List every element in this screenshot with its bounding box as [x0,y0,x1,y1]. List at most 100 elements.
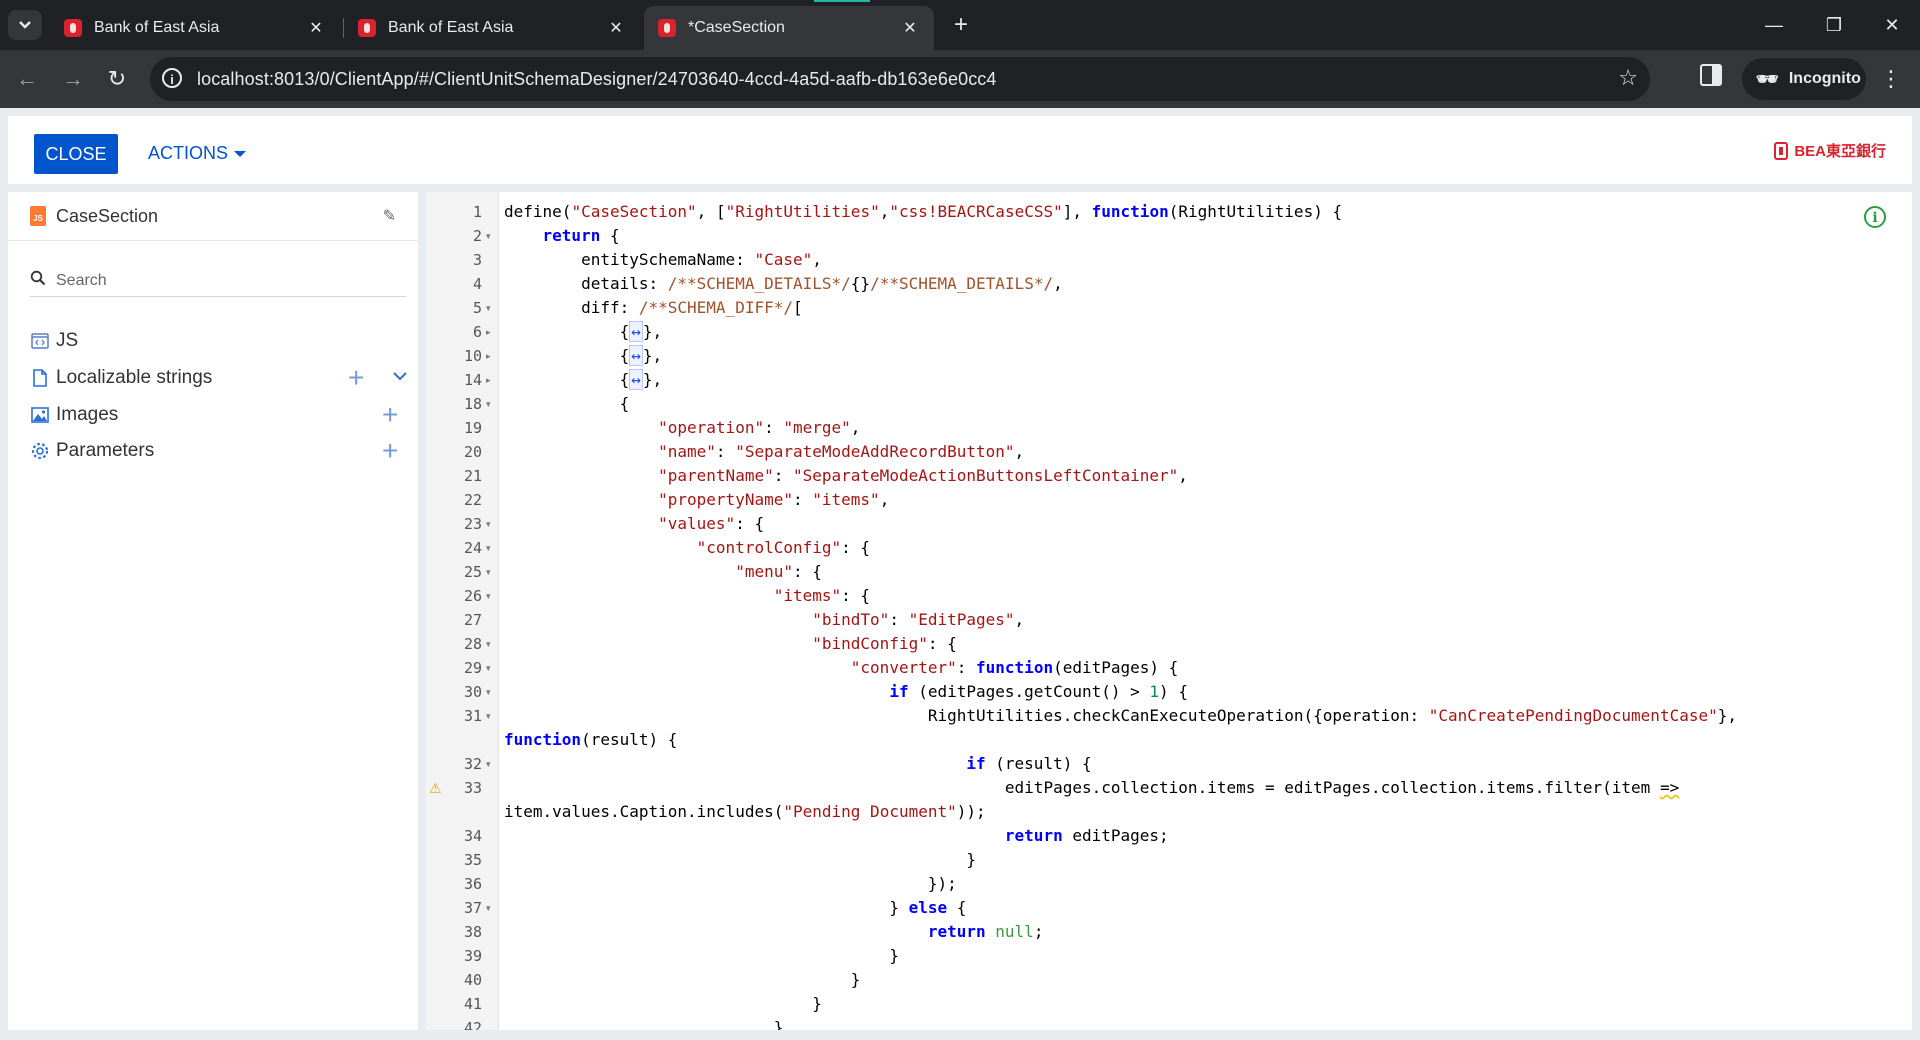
code-line[interactable]: entitySchemaName: "Case", [504,248,822,272]
code-line[interactable]: } else { [504,896,966,920]
code-line[interactable]: details: /**SCHEMA_DETAILS*/{}/**SCHEMA_… [504,272,1063,296]
code-area[interactable]: define("CaseSection", ["RightUtilities",… [504,192,1904,1030]
folded-block-marker[interactable]: ↔ [629,321,643,342]
sidebar-item-js[interactable]: JS [30,323,418,359]
star-icon[interactable]: ☆ [1618,65,1638,91]
side-panel-icon[interactable] [1700,64,1722,86]
tab-search-button[interactable] [8,10,42,40]
address-bar[interactable]: i localhost:8013/0/ClientApp/#/ClientUni… [150,57,1650,101]
folded-block-marker[interactable]: ↔ [629,345,643,366]
reload-icon[interactable]: ↻ [102,64,132,94]
code-editor[interactable]: 1 2 ▾ 3 4 5 ▾ 6 ▸ 10 ▸ 14 ▸ 18 ▾ 19 20 21 22 23 ▾ 24 ▾ 25 ▾ 26 ▾ 27… [426,192,1912,1030]
code-line[interactable]: "name": "SeparateModeAddRecordButton", [504,440,1024,464]
code-token: if [889,682,909,701]
sidebar-item-parameters[interactable]: Parameters + [30,433,418,469]
code-line[interactable]: "values": { [504,512,764,536]
code-token: )); [956,802,986,821]
code-token: : { [735,514,765,533]
restore-icon[interactable]: ❐ [1814,12,1854,38]
incognito-badge[interactable]: 🕶 Incognito [1742,58,1866,100]
fold-expanded-icon[interactable]: ▾ [486,224,496,248]
code-line[interactable]: define("CaseSection", ["RightUtilities",… [504,200,1342,224]
url-text[interactable]: localhost:8013/0/ClientApp/#/ClientUnitS… [197,69,997,90]
tab-bank-of-east-asia-1[interactable]: Bank of East Asia ✕ [50,6,340,50]
fold-collapsed-icon[interactable]: ▸ [486,320,496,344]
code-line[interactable]: } [504,848,976,872]
fold-expanded-icon[interactable]: ▾ [486,560,496,584]
code-line[interactable]: return { [504,224,620,248]
fold-expanded-icon[interactable]: ▾ [486,296,496,320]
code-line[interactable]: "bindTo": "EditPages", [504,608,1024,632]
site-info-icon[interactable]: i [162,68,182,88]
fold-expanded-icon[interactable]: ▾ [486,584,496,608]
folded-block-marker[interactable]: ↔ [629,369,643,390]
code-line[interactable]: "menu": { [504,560,822,584]
add-image-plus-icon[interactable]: + [382,399,398,431]
sidebar-item-images[interactable]: Images + [30,397,418,433]
search-input[interactable] [54,266,388,296]
back-arrow-icon[interactable]: ← [12,64,42,94]
fold-expanded-icon[interactable]: ▾ [486,392,496,416]
fold-expanded-icon[interactable]: ▾ [486,512,496,536]
add-parameter-plus-icon[interactable]: + [382,435,398,467]
code-line[interactable]: "bindConfig": { [504,632,957,656]
tab-bank-of-east-asia-2[interactable]: Bank of East Asia ✕ [344,6,640,50]
code-token: (result) { [581,730,678,749]
code-line[interactable]: diff: /**SCHEMA_DIFF*/[ [504,296,803,320]
tab-case-section[interactable]: *CaseSection ✕ [644,6,934,50]
more-menu-icon[interactable]: ⋮ [1880,64,1902,94]
code-line[interactable]: { [504,392,630,416]
code-token: { [504,346,630,365]
code-token: { [947,898,967,917]
code-line[interactable]: if (editPages.getCount() > 1) { [504,680,1188,704]
code-line[interactable]: } [504,944,899,968]
pencil-icon[interactable]: ✎ [383,206,396,226]
code-line[interactable]: {↔}, [504,368,662,392]
window-close-icon[interactable]: ✕ [1872,12,1912,38]
minimize-icon[interactable]: — [1754,12,1794,38]
code-line[interactable]: function(result) { [504,728,677,752]
code-line[interactable]: {↔}, [504,344,662,368]
code-line[interactable]: }); [504,872,957,896]
code-line[interactable]: {↔}, [504,320,662,344]
code-line[interactable]: "propertyName": "items", [504,488,889,512]
fold-collapsed-icon[interactable]: ▸ [486,368,496,392]
code-line[interactable]: if (result) { [504,752,1091,776]
close-icon[interactable]: ✕ [604,18,628,38]
code-line[interactable]: "converter": function(editPages) { [504,656,1179,680]
code-token: : [956,658,977,677]
chevron-down-icon[interactable] [392,368,408,384]
code-line[interactable]: } [504,992,822,1016]
warning-icon[interactable]: ⚠ [429,776,447,800]
fold-collapsed-icon[interactable]: ▸ [486,344,496,368]
close-icon[interactable]: ✕ [304,18,328,38]
close-button[interactable]: CLOSE [34,134,118,174]
code-line[interactable]: "controlConfig": { [504,536,870,560]
code-line[interactable]: } [504,1016,784,1030]
line-number: 20 [463,443,482,461]
add-localizable-string-plus-icon[interactable]: + [348,362,364,394]
fold-expanded-icon[interactable]: ▾ [486,632,496,656]
gear-icon [31,442,49,460]
close-icon[interactable]: ✕ [898,18,922,38]
forward-arrow-icon[interactable]: → [58,64,88,94]
code-line[interactable]: } [504,968,861,992]
code-line[interactable]: "items": { [504,584,870,608]
sidebar-item-localizable-strings[interactable]: Localizable strings + [30,360,418,396]
code-line[interactable]: "operation": "merge", [504,416,860,440]
code-line[interactable]: editPages.collection.items = editPages.c… [504,776,1679,800]
fold-expanded-icon[interactable]: ▾ [486,536,496,560]
fold-expanded-icon[interactable]: ▾ [486,680,496,704]
code-line[interactable]: return null; [504,920,1044,944]
code-line[interactable]: "parentName": "SeparateModeActionButtons… [504,464,1188,488]
new-tab-plus-icon[interactable]: + [948,12,974,38]
code-line[interactable]: item.values.Caption.includes("Pending Do… [504,800,986,824]
code-line[interactable]: RightUtilities.checkCanExecuteOperation(… [504,704,1737,728]
fold-expanded-icon[interactable]: ▾ [486,752,496,776]
fold-expanded-icon[interactable]: ▾ [486,704,496,728]
fold-expanded-icon[interactable]: ▾ [486,896,496,920]
actions-menu-button[interactable]: ACTIONS [148,143,247,164]
info-icon[interactable]: i [1864,206,1886,228]
fold-expanded-icon[interactable]: ▾ [486,656,496,680]
code-line[interactable]: return editPages; [504,824,1169,848]
